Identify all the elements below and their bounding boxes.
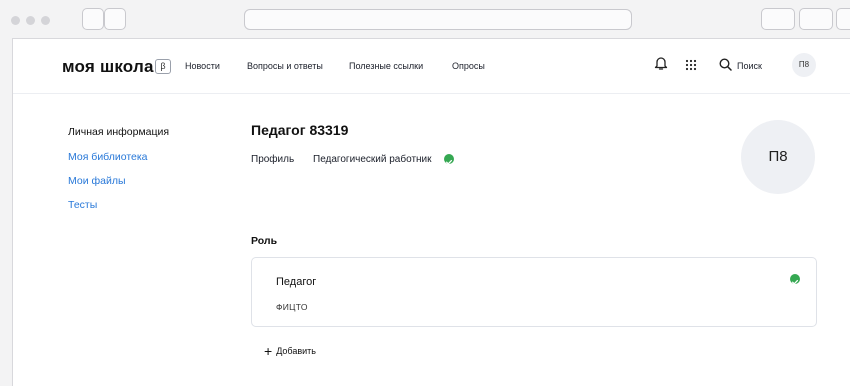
bell-icon[interactable] (654, 55, 668, 76)
role-heading: Роль (251, 235, 278, 247)
tabs-button[interactable] (836, 8, 850, 30)
role-organization: ФИЦТО (276, 302, 308, 312)
address-bar[interactable] (244, 9, 632, 30)
app-header: моя школа β Новости Вопросы и ответы Пол… (13, 39, 850, 94)
add-role-button[interactable]: + Добавить (264, 343, 316, 359)
new-tab-button[interactable] (799, 8, 833, 30)
search-label[interactable]: Поиск (737, 61, 762, 71)
role-check-icon (790, 274, 800, 285)
search-icon[interactable] (719, 58, 732, 76)
page-title: Педагог 83319 (251, 122, 349, 138)
back-button[interactable] (82, 8, 104, 30)
window-zoom-dot[interactable] (41, 16, 50, 25)
profile-value: Педагогический работник (313, 154, 432, 165)
sidebar-item-personal-info[interactable]: Личная информация (68, 126, 169, 138)
share-button[interactable] (761, 8, 795, 30)
sidebar-item-my-library[interactable]: Моя библиотека (68, 151, 148, 163)
verified-check-icon (444, 154, 454, 165)
logo[interactable]: моя школа (62, 57, 154, 77)
plus-icon: + (264, 343, 273, 359)
window-close-dot[interactable] (11, 16, 20, 25)
forward-button[interactable] (104, 8, 126, 30)
nav-faq[interactable]: Вопросы и ответы (247, 61, 323, 71)
add-label: Добавить (276, 346, 316, 356)
nav-news[interactable]: Новости (185, 61, 220, 71)
nav-surveys[interactable]: Опросы (452, 61, 485, 71)
profile-label: Профиль (251, 154, 295, 165)
sidebar-item-my-files[interactable]: Мои файлы (68, 175, 126, 187)
browser-toolbar (0, 0, 850, 39)
sidebar-item-tests[interactable]: Тесты (68, 199, 97, 211)
beta-badge: β (155, 59, 171, 74)
apps-grid-icon[interactable] (685, 58, 697, 76)
window-edge (0, 38, 13, 386)
role-card[interactable]: Педагог ФИЦТО (251, 257, 817, 327)
window-minimize-dot[interactable] (26, 16, 35, 25)
header-avatar[interactable]: П8 (792, 53, 816, 77)
profile-avatar[interactable]: П8 (741, 120, 815, 194)
role-title: Педагог (276, 276, 317, 288)
nav-useful-links[interactable]: Полезные ссылки (349, 61, 423, 71)
